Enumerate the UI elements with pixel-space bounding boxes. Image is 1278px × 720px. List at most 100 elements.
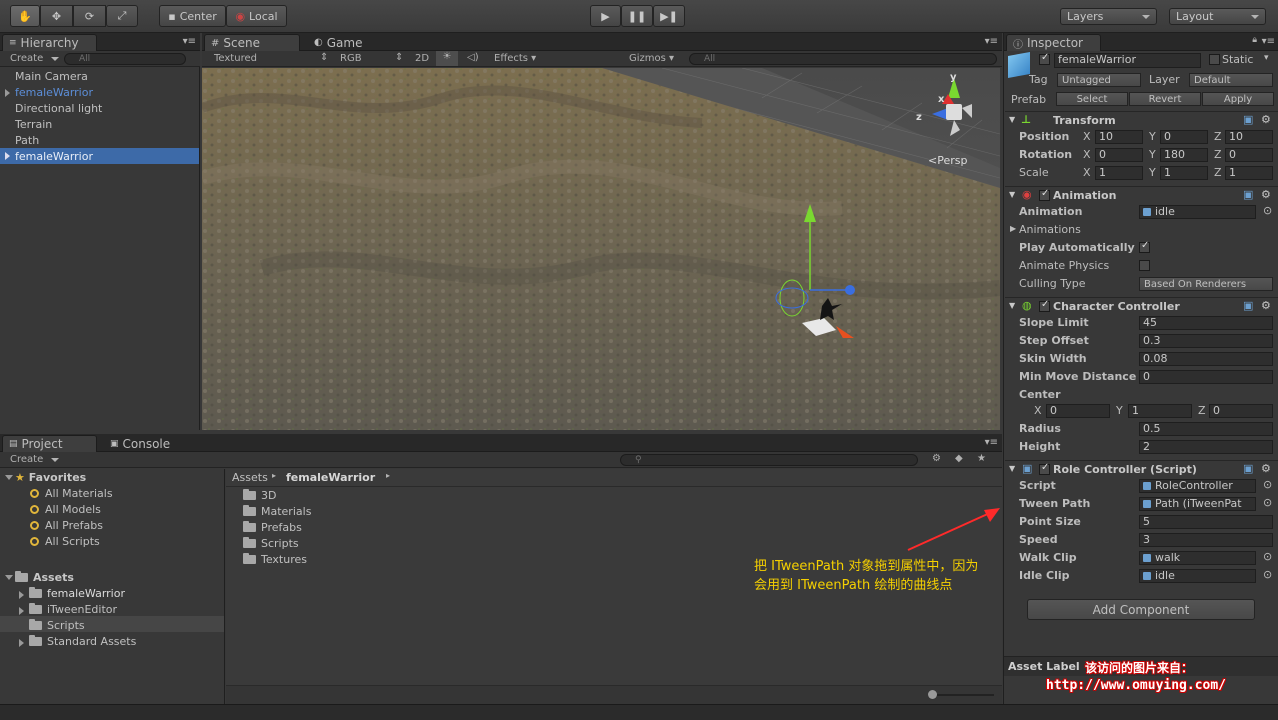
expand-arrow-icon[interactable] (5, 89, 10, 97)
play-automatically-checkbox[interactable] (1139, 240, 1150, 253)
hierarchy-item[interactable]: Main Camera (15, 70, 88, 83)
tab-project[interactable]: ▤ Project (2, 435, 97, 452)
project-search-input[interactable]: ⚲ (620, 454, 918, 466)
tab-console[interactable]: ▣ Console (104, 435, 184, 452)
gizmos-dropdown[interactable]: Gizmos ▾ (629, 53, 674, 64)
lock-icon[interactable]: 🔒︎ (1252, 35, 1257, 45)
scale-z-field[interactable]: 1 (1225, 166, 1273, 180)
skin-width-field[interactable]: 0.08 (1139, 352, 1273, 366)
object-picker-icon[interactable]: ⊙ (1263, 550, 1272, 563)
panel-menu-icon[interactable]: ▾≡ (1262, 36, 1275, 47)
effects-dropdown[interactable]: Effects ▾ (494, 53, 536, 64)
asset-folder-item[interactable]: femaleWarrior (29, 587, 125, 600)
animation-header[interactable]: ▼ ◉ Animation ▣ ⚙ (1005, 186, 1278, 204)
expand-arrow-icon[interactable] (19, 591, 24, 599)
help-icon[interactable]: ▣ (1243, 462, 1253, 475)
expand-arrow-icon[interactable] (5, 152, 10, 160)
collapse-arrow-icon[interactable] (5, 575, 13, 580)
chevron-down-icon[interactable]: ▾ (1264, 53, 1269, 63)
pivot-center-button[interactable]: ▪ Center (159, 5, 226, 27)
position-y-field[interactable]: 0 (1160, 130, 1208, 144)
speed-field[interactable]: 3 (1139, 533, 1273, 547)
favorites-item[interactable]: All Prefabs (30, 519, 103, 532)
object-picker-icon[interactable]: ⊙ (1263, 478, 1272, 491)
favorites-item[interactable]: All Materials (30, 487, 113, 500)
breadcrumb-root[interactable]: Assets (232, 471, 268, 484)
help-icon[interactable]: ▣ (1243, 188, 1253, 201)
radius-field[interactable]: 0.5 (1139, 422, 1273, 436)
create-dropdown[interactable]: Create (10, 53, 59, 64)
scene-viewport[interactable]: y x z <Persp (202, 68, 1000, 430)
color-mode-dropdown[interactable]: RGB (340, 53, 362, 64)
center-z-field[interactable]: 0 (1209, 404, 1273, 418)
pivot-local-button[interactable]: ◉ Local (226, 5, 287, 27)
favorites-item[interactable]: All Scripts (30, 535, 100, 548)
expand-arrow-icon[interactable]: ▶ (1010, 224, 1016, 233)
character-controller-enabled-checkbox[interactable] (1039, 299, 1050, 312)
play-button[interactable]: ▶ (590, 5, 621, 27)
character-controller-header[interactable]: ▼ ◍ Character Controller ▣ ⚙ (1005, 297, 1278, 315)
script-field[interactable]: RoleController (1139, 479, 1256, 493)
hierarchy-item[interactable]: femaleWarrior (15, 150, 93, 163)
hierarchy-item[interactable]: Terrain (15, 118, 52, 131)
collapse-arrow-icon[interactable]: ▼ (1009, 301, 1015, 310)
collapse-arrow-icon[interactable]: ▼ (1009, 190, 1015, 199)
tab-hierarchy[interactable]: ≡ Hierarchy (2, 34, 97, 51)
position-x-field[interactable]: 10 (1095, 130, 1143, 144)
min-move-distance-field[interactable]: 0 (1139, 370, 1273, 384)
rotate-tool-button[interactable]: ⟳ (73, 5, 106, 27)
favorites-item[interactable]: All Models (30, 503, 101, 516)
layer-dropdown[interactable]: Default (1189, 73, 1273, 87)
zoom-slider-handle[interactable] (928, 690, 937, 699)
walk-clip-field[interactable]: walk (1139, 551, 1256, 565)
asset-folder-item[interactable]: Scripts (29, 619, 85, 632)
folder-item[interactable]: Materials (243, 505, 311, 518)
step-button[interactable]: ▶❚ (653, 5, 685, 27)
expand-arrow-icon[interactable] (19, 639, 24, 647)
breadcrumb-current[interactable]: femaleWarrior (286, 471, 375, 484)
hand-tool-button[interactable]: ✋ (10, 5, 40, 27)
audio-toggle-icon[interactable]: ◁) (467, 52, 479, 63)
assets-header[interactable]: Assets (15, 571, 74, 584)
prefab-select-button[interactable]: Select (1056, 92, 1128, 106)
slope-limit-field[interactable]: 45 (1139, 316, 1273, 330)
collapse-arrow-icon[interactable]: ▼ (1009, 115, 1015, 124)
static-checkbox[interactable] (1209, 54, 1220, 65)
role-controller-header[interactable]: ▼ ▣ Role Controller (Script) ▣ ⚙ (1005, 460, 1278, 478)
pause-button[interactable]: ❚❚ (621, 5, 653, 27)
add-component-button[interactable]: Add Component (1027, 599, 1255, 620)
prefab-apply-button[interactable]: Apply (1202, 92, 1274, 106)
2d-toggle[interactable]: 2D (415, 53, 429, 64)
panel-menu-icon[interactable]: ▾≡ (183, 36, 196, 47)
scale-x-field[interactable]: 1 (1095, 166, 1143, 180)
object-picker-icon[interactable]: ⊙ (1263, 568, 1272, 581)
role-controller-enabled-checkbox[interactable] (1039, 462, 1050, 475)
animation-enabled-checkbox[interactable] (1039, 188, 1050, 201)
position-z-field[interactable]: 10 (1225, 130, 1273, 144)
prefab-revert-button[interactable]: Revert (1129, 92, 1201, 106)
help-icon[interactable]: ▣ (1243, 113, 1253, 126)
scale-tool-button[interactable]: ⤢ (106, 5, 138, 27)
expand-arrow-icon[interactable] (19, 607, 24, 615)
object-picker-icon[interactable]: ⊙ (1263, 496, 1272, 509)
persp-toggle[interactable]: <Persp (928, 154, 967, 167)
folder-item[interactable]: Textures (243, 553, 307, 566)
transform-header[interactable]: ▼ ⊥ Transform ▣ ⚙ (1005, 111, 1278, 129)
rotation-y-field[interactable]: 180 (1160, 148, 1208, 162)
hierarchy-item[interactable]: Directional light (15, 102, 102, 115)
rotation-x-field[interactable]: 0 (1095, 148, 1143, 162)
height-field[interactable]: 2 (1139, 440, 1273, 454)
object-name-field[interactable]: femaleWarrior (1054, 53, 1201, 68)
collapse-arrow-icon[interactable] (5, 475, 13, 480)
folder-item[interactable]: Prefabs (243, 521, 302, 534)
animate-physics-checkbox[interactable] (1139, 260, 1150, 271)
tag-dropdown[interactable]: Untagged (1057, 73, 1141, 87)
rotation-z-field[interactable]: 0 (1225, 148, 1273, 162)
gear-icon[interactable]: ⚙ (1261, 188, 1271, 201)
favorite-star-icon[interactable]: ★ (977, 453, 986, 464)
point-size-field[interactable]: 5 (1139, 515, 1273, 529)
tab-inspector[interactable]: ⓘ Inspector (1006, 34, 1101, 51)
gear-icon[interactable]: ⚙ (1261, 113, 1271, 126)
filter-type-icon[interactable]: ⚙ (932, 453, 941, 464)
folder-item[interactable]: 3D (243, 489, 276, 502)
